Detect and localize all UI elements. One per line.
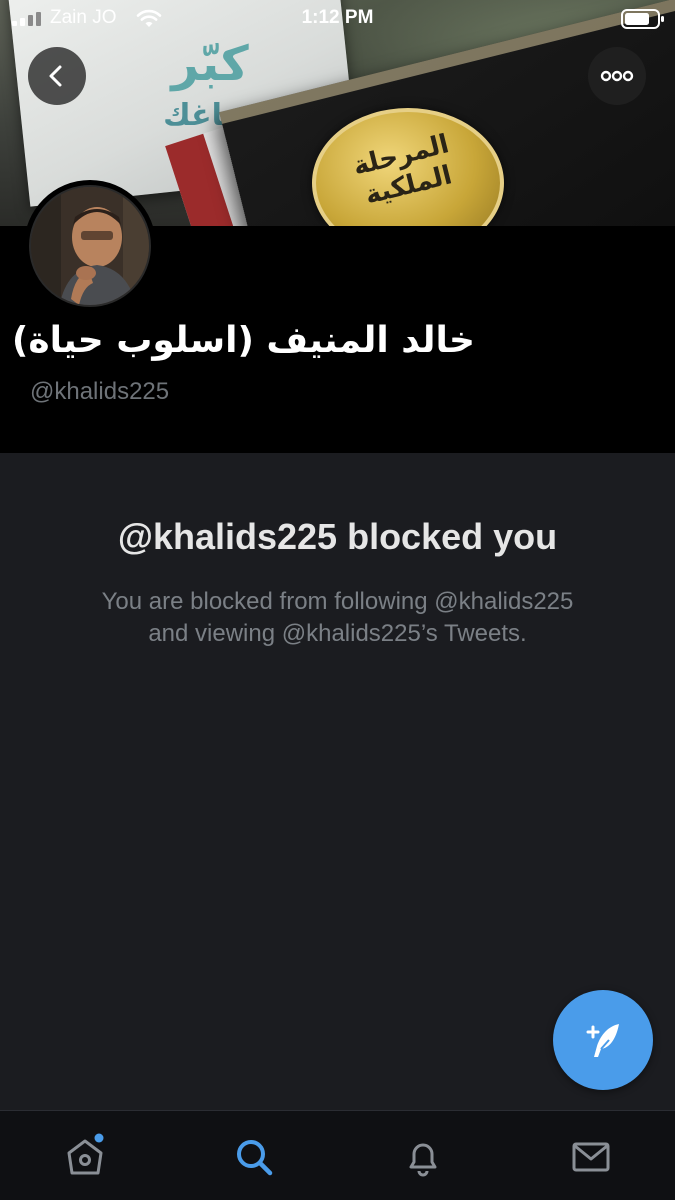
compose-tweet-icon <box>586 1024 619 1057</box>
chevron-left-icon <box>49 65 62 87</box>
more-options-button[interactable] <box>588 47 646 105</box>
compose-tweet-button[interactable] <box>553 990 653 1090</box>
search-icon <box>237 1140 273 1176</box>
status-bar: Zain JO 1:12 PM <box>0 0 675 40</box>
blocked-description-line-1: You are blocked from following @khalids2… <box>101 588 574 615</box>
home-icon <box>67 1133 104 1175</box>
status-time: 1:12 PM <box>301 7 374 28</box>
blocked-title: @khalids225 blocked you <box>117 516 558 557</box>
profile-handle: @khalids225 <box>30 378 170 405</box>
bottom-tab-bar <box>0 1110 675 1200</box>
tab-notifications[interactable] <box>399 1133 447 1181</box>
mail-icon <box>572 1142 610 1172</box>
avatar-portrait-image <box>31 187 149 305</box>
tab-home[interactable] <box>61 1133 109 1181</box>
back-button[interactable] <box>28 47 86 105</box>
bell-icon <box>409 1143 437 1177</box>
avatar-photo <box>29 185 151 307</box>
blocked-description: You are blocked from following @khalids2… <box>40 586 635 650</box>
banner-book-title: كبّر <box>171 36 249 92</box>
tab-search[interactable] <box>230 1133 278 1181</box>
blocked-description-line-2: and viewing @khalids225’s Tweets. <box>148 620 527 647</box>
more-horizontal-icon <box>600 70 634 82</box>
tab-messages[interactable] <box>567 1133 615 1181</box>
profile-display-name: خالد المنيف (اسلوب حياة) <box>11 320 475 361</box>
profile-screen: كبّر دماغك المرحلة الملكية Zain JO 1:12 … <box>0 0 675 1200</box>
avatar[interactable] <box>24 180 156 312</box>
battery-icon <box>621 9 664 29</box>
